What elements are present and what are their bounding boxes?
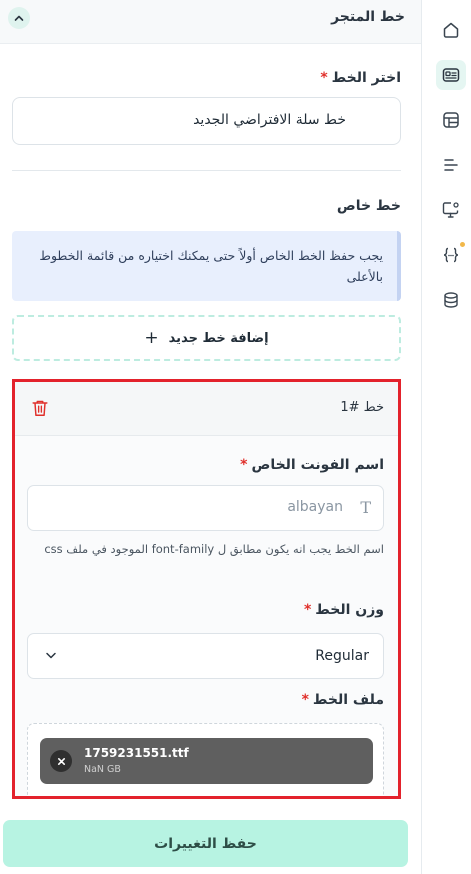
file-size: NaN GB xyxy=(84,764,121,775)
rail-menu[interactable] xyxy=(436,150,466,180)
code-braces-icon xyxy=(443,247,459,263)
font-file-label: ملف الخط* xyxy=(302,692,384,708)
remove-file-button[interactable] xyxy=(50,750,72,772)
layout-icon xyxy=(443,112,459,128)
card-title: خط #1 xyxy=(340,400,384,415)
required-mark: * xyxy=(240,457,248,473)
font-select[interactable]: خط سلة الافتراضي الجديد xyxy=(12,97,401,145)
font-name-label-text: اسم الفونت الخاص xyxy=(251,457,384,473)
add-new-font-button[interactable]: إضافة خط جديد + xyxy=(12,315,401,361)
font-name-hint: اسم الخط يجب انه يكون مطابق ل font-famil… xyxy=(44,542,384,556)
save-changes-button[interactable]: حفظ التغييرات xyxy=(3,820,408,867)
font-weight-value: Regular xyxy=(315,648,369,664)
collapse-button[interactable] xyxy=(8,7,30,29)
custom-font-label: خط خاص xyxy=(336,198,401,214)
uploaded-file-chip: 1759231551.ttf NaN GB xyxy=(40,738,373,784)
required-mark: * xyxy=(303,602,312,618)
notice-text: يجب حفظ الخط الخاص أولاً حتى يمكنك اختيا… xyxy=(39,248,383,284)
close-icon xyxy=(57,757,65,765)
menu-lines-icon xyxy=(444,159,458,171)
section-divider xyxy=(12,170,401,171)
rail-settings[interactable] xyxy=(436,195,466,225)
trash-icon xyxy=(32,400,48,416)
card-header: خط #1 xyxy=(15,382,398,436)
font-weight-label: وزن الخط* xyxy=(304,602,384,618)
notification-dot xyxy=(460,242,465,247)
home-icon xyxy=(443,22,459,38)
required-mark: * xyxy=(301,692,309,708)
id-card-icon xyxy=(442,68,460,82)
rail-home[interactable] xyxy=(436,15,466,45)
database-icon xyxy=(444,292,458,308)
text-type-icon: T xyxy=(360,498,371,517)
store-font-panel: خط المتجر اختر الخط* خط سلة الافتراضي ال… xyxy=(0,0,421,874)
font-name-label: اسم الفونت الخاص* xyxy=(240,457,384,473)
settings-monitor-icon xyxy=(442,202,459,218)
choose-font-label: اختر الخط* xyxy=(320,70,401,86)
rail-code[interactable] xyxy=(436,240,466,270)
custom-font-card: خط #1 اسم الفونت الخاص* albayan T اسم ال… xyxy=(12,379,401,799)
rail-layout[interactable] xyxy=(436,105,466,135)
font-name-placeholder: albayan xyxy=(287,499,343,515)
font-weight-label-text: وزن الخط xyxy=(315,602,384,618)
rail-identity[interactable] xyxy=(436,60,466,90)
icon-rail xyxy=(421,0,471,874)
font-select-value: خط سلة الافتراضي الجديد xyxy=(193,112,346,128)
chevron-up-icon xyxy=(14,15,24,21)
plus-icon: + xyxy=(144,327,159,348)
required-mark: * xyxy=(320,70,328,86)
chevron-down-icon xyxy=(46,652,56,659)
info-notice: يجب حفظ الخط الخاص أولاً حتى يمكنك اختيا… xyxy=(12,231,401,301)
file-name: 1759231551.ttf xyxy=(84,746,189,760)
choose-font-label-text: اختر الخط xyxy=(331,70,401,86)
font-weight-select[interactable]: Regular xyxy=(27,633,384,679)
rail-database[interactable] xyxy=(436,285,466,315)
panel-header: خط المتجر xyxy=(0,0,421,44)
add-new-font-label: إضافة خط جديد xyxy=(168,330,269,346)
font-name-input[interactable]: albayan T xyxy=(27,485,384,531)
delete-font-button[interactable] xyxy=(29,397,51,419)
panel-title: خط المتجر xyxy=(331,9,405,25)
font-file-label-text: ملف الخط xyxy=(312,692,384,708)
font-file-dropzone[interactable]: 1759231551.ttf NaN GB xyxy=(27,723,384,796)
